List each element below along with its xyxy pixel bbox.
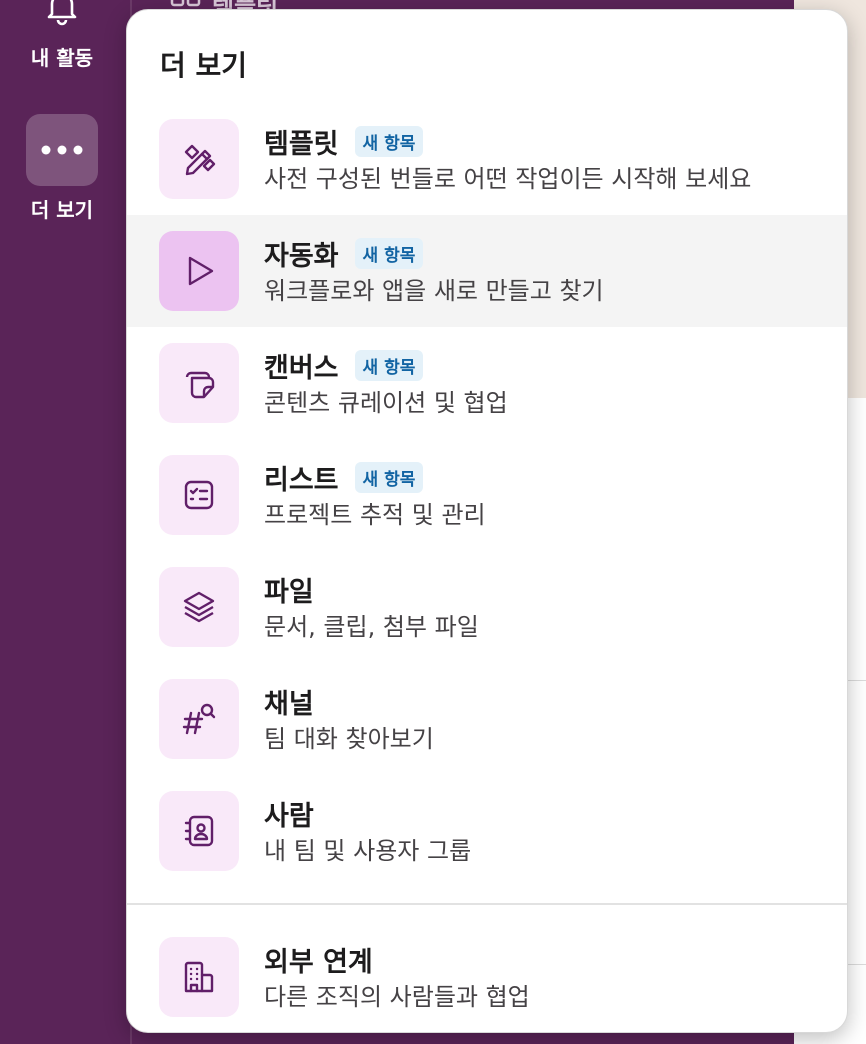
menu-item-title-row: 채널: [264, 683, 314, 720]
people-directory-icon: [184, 815, 214, 847]
menu-item-title: 자동화: [264, 240, 339, 272]
menu-item-title-row: 외부 연계: [264, 941, 373, 978]
menu-item-icon-box: [159, 119, 239, 199]
rail-more[interactable]: 더 보기: [0, 114, 124, 223]
new-badge: 새 항목: [354, 461, 424, 493]
menu-item-title: 채널: [264, 688, 314, 720]
menu-item-icon-box: [159, 679, 239, 759]
more-dots-icon: [41, 145, 83, 155]
menu-item-title-row: 리스트 새 항목: [264, 459, 424, 496]
menu-item-title-row: 템플릿 새 항목: [264, 123, 424, 160]
new-badge: 새 항목: [354, 349, 424, 381]
menu-item-people[interactable]: 사람 내 팀 및 사용자 그룹: [127, 775, 847, 887]
menu-item-subtitle: 프로젝트 추적 및 관리: [264, 501, 486, 529]
menu-item-icon-box: [159, 455, 239, 535]
rail-more-label: 더 보기: [30, 198, 94, 222]
menu-item-icon-box: [159, 791, 239, 871]
menu-item-templates[interactable]: 템플릿 새 항목 사전 구성된 번들로 어떤 작업이든 시작해 보세요: [127, 103, 847, 215]
menu-item-subtitle: 내 팀 및 사용자 그룹: [264, 837, 472, 865]
menu-item-title: 템플릿: [264, 128, 339, 160]
popup-divider: [127, 903, 847, 905]
canvas-icon: [185, 371, 215, 399]
layers-icon: [183, 591, 215, 623]
menu-item-icon-box: [159, 937, 239, 1017]
rail-activity-label: 내 활동: [30, 46, 94, 70]
menu-item-title-row: 자동화 새 항목: [264, 235, 424, 272]
menu-item-external-connections[interactable]: 외부 연계 다른 조직의 사람들과 협업: [127, 921, 847, 1032]
menu-item-title: 파일: [264, 576, 314, 608]
menu-item-subtitle: 워크플로와 앱을 새로 만들고 찾기: [264, 277, 604, 305]
menu-item-channels[interactable]: 채널 팀 대화 찾아보기: [127, 663, 847, 775]
bell-icon: [47, 0, 77, 26]
menu-item-title: 사람: [264, 800, 314, 832]
menu-item-title: 리스트: [264, 464, 339, 496]
menu-item-title-row: 사람: [264, 795, 314, 832]
list-icon: [184, 480, 214, 510]
menu-item-canvas[interactable]: 캔버스 새 항목 콘텐츠 큐레이션 및 협업: [127, 327, 847, 439]
building-icon: [184, 961, 214, 993]
template-icon: [184, 144, 216, 176]
more-button[interactable]: [26, 114, 98, 186]
menu-item-automation[interactable]: 자동화 새 항목 워크플로와 앱을 새로 만들고 찾기: [127, 215, 847, 327]
menu-item-icon-box: [159, 343, 239, 423]
menu-item-title-row: 캔버스 새 항목: [264, 347, 424, 384]
menu-item-subtitle: 콘텐츠 큐레이션 및 협업: [264, 389, 508, 417]
channel-search-icon: [182, 703, 216, 735]
play-icon: [188, 256, 214, 286]
menu-item-icon-box: [159, 231, 239, 311]
menu-item-title: 캔버스: [264, 352, 339, 384]
new-badge: 새 항목: [354, 237, 424, 269]
menu-item-icon-box: [159, 567, 239, 647]
menu-item-subtitle: 다른 조직의 사람들과 협업: [264, 983, 530, 1011]
menu-item-subtitle: 사전 구성된 번들로 어떤 작업이든 시작해 보세요: [264, 165, 752, 193]
menu-item-title-row: 파일: [264, 571, 314, 608]
menu-item-title: 외부 연계: [264, 946, 373, 978]
new-badge: 새 항목: [354, 125, 424, 157]
menu-item-subtitle: 팀 대화 찾아보기: [264, 725, 434, 753]
menu-item-files[interactable]: 파일 문서, 클립, 첨부 파일: [127, 551, 847, 663]
popup-title: 더 보기: [160, 49, 248, 82]
menu-item-lists[interactable]: 리스트 새 항목 프로젝트 추적 및 관리: [127, 439, 847, 551]
rail-activity[interactable]: 내 활동: [0, 0, 124, 71]
menu-item-subtitle: 문서, 클립, 첨부 파일: [264, 613, 479, 641]
more-popup: 더 보기 템플릿 새 항목 사전 구성된 번들로 어떤 작업이든 시작해 보세요…: [126, 9, 848, 1033]
